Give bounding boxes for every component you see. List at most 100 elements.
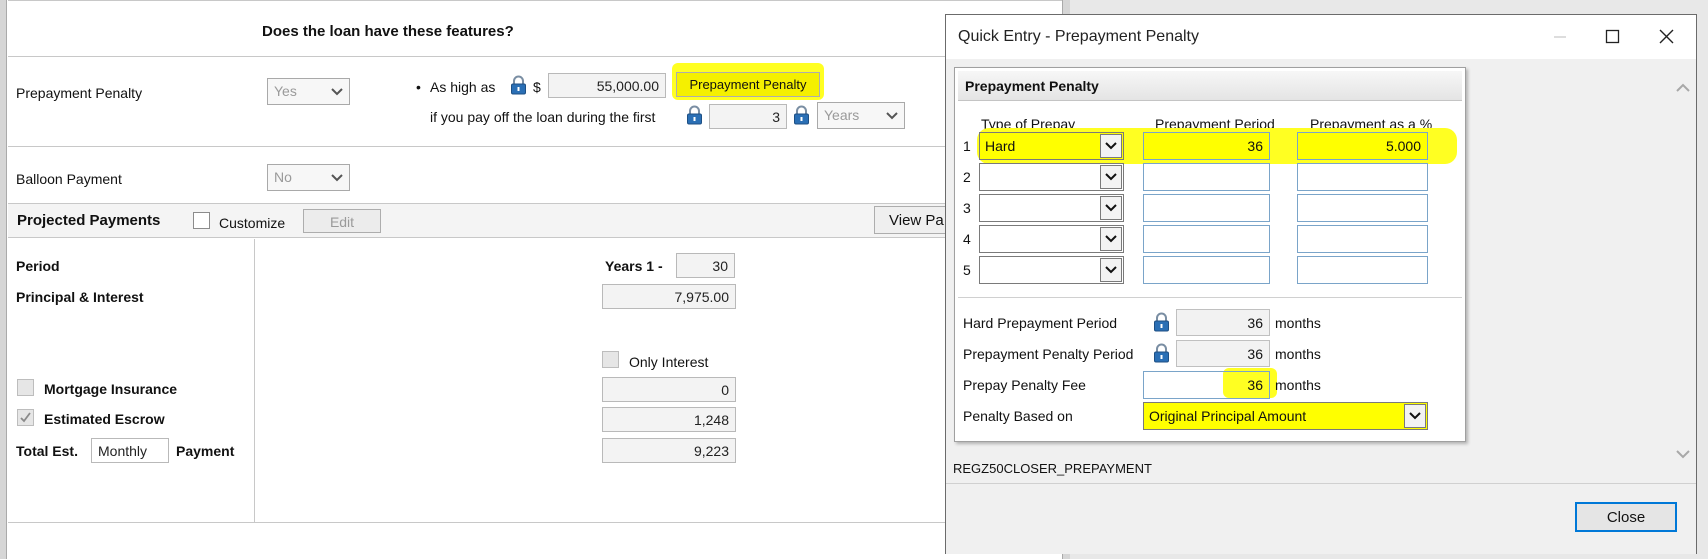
select-value: Hard (985, 138, 1016, 154)
divider (8, 0, 1062, 1)
dropdown-button[interactable] (1100, 227, 1122, 251)
penalty-based-on-select[interactable]: Original Principal Amount (1143, 402, 1428, 430)
dropdown-button[interactable] (1100, 134, 1122, 158)
close-icon (1659, 29, 1674, 44)
prepayment-penalty-label: Prepayment Penalty (16, 85, 143, 101)
estimated-escrow-checkbox[interactable] (17, 409, 34, 426)
chevron-down-icon (1105, 266, 1117, 274)
type-of-prepay-select[interactable] (979, 225, 1124, 253)
close-button[interactable]: Close (1575, 502, 1677, 532)
dialog-content: Prepayment Penalty Type of Prepay Prepay… (946, 61, 1668, 482)
months-label: months (1275, 377, 1321, 393)
prepayment-percent-field[interactable] (1297, 163, 1428, 191)
dropdown-button[interactable] (1100, 258, 1122, 282)
prepayment-penalty-period-label: Prepayment Penalty Period (963, 346, 1134, 362)
prepayment-penalty-select[interactable]: Yes (267, 78, 350, 105)
dropdown-button[interactable] (1100, 196, 1122, 220)
chevron-down-icon (331, 88, 343, 96)
payment-frequency-field[interactable]: Monthly (91, 438, 169, 463)
payment-label: Payment (176, 443, 235, 459)
penalty-amount-field[interactable]: 55,000.00 (548, 73, 666, 98)
hard-prepayment-period-field[interactable]: 36 (1176, 309, 1270, 336)
prepayment-period-field[interactable] (1143, 194, 1270, 222)
dropdown-button[interactable] (1404, 404, 1426, 428)
divider (8, 146, 1062, 147)
prepayment-period-field[interactable] (1143, 225, 1270, 253)
prepayment-percent-field[interactable] (1297, 194, 1428, 222)
divider (8, 522, 1062, 523)
only-interest-checkbox[interactable] (602, 351, 619, 368)
prepay-penalty-fee-field[interactable]: 36 (1143, 371, 1270, 399)
total-payment-field[interactable]: 9,223 (602, 438, 736, 463)
select-value: Years (824, 107, 860, 123)
close-window-button[interactable] (1643, 15, 1689, 59)
chevron-down-icon (1409, 412, 1421, 420)
select-value: No (274, 169, 292, 185)
customize-label: Customize (219, 215, 286, 231)
prepayment-penalty-button[interactable]: Prepayment Penalty (676, 72, 820, 97)
prepayment-penalty-panel: Prepayment Penalty Type of Prepay Prepay… (954, 67, 1466, 442)
select-value: Yes (274, 83, 297, 99)
minimize-button[interactable] (1536, 15, 1582, 59)
chevron-down-icon (1105, 173, 1117, 181)
hard-prepayment-period-label: Hard Prepayment Period (963, 315, 1118, 331)
lock-icon[interactable] (793, 105, 810, 125)
prepayment-percent-field[interactable]: 5.000 (1297, 132, 1428, 160)
balloon-payment-select[interactable]: No (267, 164, 350, 191)
customize-checkbox[interactable] (193, 212, 210, 229)
divider (8, 56, 1062, 57)
penalty-period-unit-select[interactable]: Years (817, 102, 905, 129)
minimize-icon (1554, 36, 1566, 38)
row-number: 2 (963, 169, 971, 185)
years-field[interactable]: 30 (676, 253, 735, 278)
mortgage-insurance-field[interactable]: 0 (602, 377, 736, 402)
mortgage-insurance-checkbox[interactable] (17, 379, 34, 396)
prepayment-period-field[interactable]: 36 (1143, 132, 1270, 160)
dropdown-button[interactable] (1100, 165, 1122, 189)
prepayment-percent-field[interactable] (1297, 256, 1428, 284)
dialog-title-bar: Quick Entry - Prepayment Penalty (946, 15, 1696, 59)
prepayment-period-field[interactable] (1143, 163, 1270, 191)
panel-title: Prepayment Penalty (965, 78, 1099, 94)
lock-icon[interactable] (686, 105, 703, 125)
row-number: 5 (963, 262, 971, 278)
penalty-period-field[interactable]: 3 (709, 104, 787, 129)
loan-features-form: Does the loan have these features? Prepa… (0, 0, 1070, 559)
chevron-down-icon (1105, 142, 1117, 150)
scroll-up-icon[interactable] (1670, 73, 1696, 103)
features-heading: Does the loan have these features? (262, 23, 514, 40)
type-of-prepay-select[interactable]: Hard (979, 132, 1124, 160)
prepayment-period-field[interactable] (1143, 256, 1270, 284)
chevron-down-icon (886, 112, 898, 120)
type-of-prepay-select[interactable] (979, 163, 1124, 191)
years-label: Years 1 - (605, 258, 663, 274)
lock-icon[interactable] (1153, 343, 1170, 363)
vertical-scrollbar[interactable] (1670, 61, 1696, 482)
type-of-prepay-select[interactable] (979, 194, 1124, 222)
scroll-down-icon[interactable] (1670, 439, 1696, 469)
form-id-label: REGZ50CLOSER_PREPAYMENT (953, 461, 1152, 476)
maximize-button[interactable] (1589, 15, 1635, 59)
edit-button[interactable]: Edit (303, 209, 381, 233)
chevron-down-icon (331, 174, 343, 182)
bullet: • (416, 79, 421, 95)
dialog-footer: Close (946, 483, 1696, 554)
lock-icon[interactable] (1153, 312, 1170, 332)
prepayment-penalty-period-field[interactable]: 36 (1176, 340, 1270, 367)
period-label: Period (16, 258, 60, 274)
estimated-escrow-field[interactable]: 1,248 (602, 407, 736, 432)
prepayment-percent-field[interactable] (1297, 225, 1428, 253)
lock-icon[interactable] (510, 75, 527, 95)
balloon-payment-label: Balloon Payment (16, 171, 122, 187)
total-est-label: Total Est. (16, 443, 78, 459)
type-of-prepay-select[interactable] (979, 256, 1124, 284)
principal-interest-field[interactable]: 7,975.00 (602, 284, 736, 309)
principal-interest-label: Principal & Interest (16, 289, 144, 305)
months-label: months (1275, 346, 1321, 362)
payoff-label: if you pay off the loan during the first (430, 109, 656, 125)
projected-payments-title: Projected Payments (17, 212, 161, 229)
dialog-title: Quick Entry - Prepayment Penalty (958, 28, 1199, 45)
prepay-penalty-fee-label: Prepay Penalty Fee (963, 377, 1086, 393)
months-label: months (1275, 315, 1321, 331)
row-number: 3 (963, 200, 971, 216)
